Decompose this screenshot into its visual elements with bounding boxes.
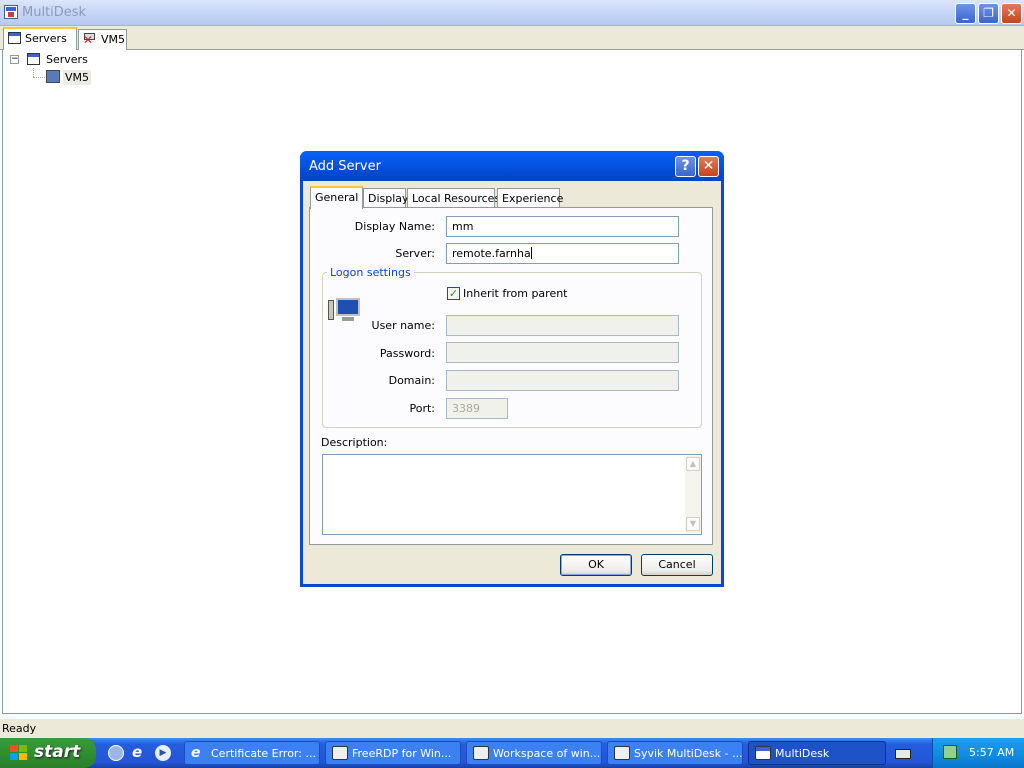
dialog-close-button[interactable]: ✕	[698, 156, 719, 177]
dialog-title: Add Server	[309, 159, 381, 174]
windows-logo-icon	[10, 745, 28, 761]
taskbar-item-label: MultiDesk	[775, 747, 830, 760]
tree-item-vm5[interactable]: VM5	[63, 70, 92, 85]
dialog-title-bar[interactable]: Add Server ? ✕	[300, 151, 724, 181]
taskbar-item-label: Workspace of win...	[493, 747, 601, 760]
tab-label: VM5	[101, 33, 126, 46]
tab-label: Servers	[25, 32, 67, 45]
maximize-button[interactable]: ❐	[978, 3, 999, 24]
start-button[interactable]: start	[0, 738, 96, 768]
help-button[interactable]: ?	[675, 156, 696, 177]
tab-display[interactable]: Display	[363, 188, 409, 208]
multidesk-icon	[755, 746, 771, 760]
password-label: Password:	[379, 347, 435, 360]
system-tray: 5:57 AM	[932, 738, 1024, 768]
text-cursor	[530, 247, 532, 259]
quicklaunch-desktop-icon[interactable]	[108, 745, 124, 761]
taskbar: start e ▶ e Certificate Error: ... FreeR…	[0, 738, 1024, 768]
username-label: User name:	[371, 319, 435, 332]
status-text: Ready	[2, 722, 37, 735]
start-label: start	[34, 742, 81, 762]
port-label: Port:	[409, 402, 435, 415]
taskbar-item-multidesk[interactable]: MultiDesk	[748, 741, 886, 765]
close-button[interactable]: ✕	[1001, 3, 1022, 24]
taskbar-item-label: FreeRDP for Win...	[352, 747, 452, 760]
add-server-dialog: Add Server ? ✕ General Display Local Res…	[300, 151, 724, 587]
domain-label: Domain:	[388, 374, 435, 387]
description-scrollbar[interactable]: ▲ ▼	[685, 456, 701, 533]
ok-button[interactable]: OK	[560, 554, 632, 576]
password-field[interactable]	[446, 342, 679, 363]
cancel-button[interactable]: Cancel	[641, 554, 713, 576]
scroll-down-icon[interactable]: ▼	[686, 517, 700, 531]
tree-expander[interactable]: −	[10, 55, 19, 64]
display-name-label: Display Name:	[354, 220, 435, 233]
app-icon	[332, 746, 348, 760]
disconnected-server-icon: ✕	[83, 33, 95, 47]
session-tab-strip: Servers ✕ VM5	[0, 26, 1024, 51]
description-label: Description:	[321, 436, 388, 449]
quicklaunch-media-icon[interactable]: ▶	[155, 745, 171, 761]
description-field[interactable]: ▲ ▼	[322, 454, 702, 535]
servers-icon	[8, 32, 21, 44]
ie-icon: e	[191, 745, 201, 761]
taskbar-item-workspace[interactable]: Workspace of win...	[466, 741, 602, 765]
taskbar-item-label: Certificate Error: ...	[211, 747, 316, 760]
quicklaunch-ie-icon[interactable]: e	[132, 744, 148, 760]
computer-icon	[46, 70, 60, 83]
window-title: MultiDesk	[22, 5, 87, 20]
app-icon	[614, 746, 630, 760]
server-value: remote.farnha	[452, 247, 531, 260]
inherit-label[interactable]: Inherit from parent	[463, 287, 568, 300]
taskbar-item-freerdp[interactable]: FreeRDP for Win...	[325, 741, 461, 765]
tab-vm5[interactable]: ✕ VM5	[78, 29, 127, 50]
server-label: Server:	[395, 247, 435, 260]
minimize-button[interactable]: _	[955, 3, 976, 24]
servers-icon	[27, 53, 40, 65]
main-title-bar[interactable]: MultiDesk _ ❐ ✕	[0, 0, 1024, 26]
keyboard-icon[interactable]	[895, 749, 911, 759]
tab-local-resources[interactable]: Local Resources	[407, 188, 500, 208]
tree-line	[33, 77, 45, 78]
port-field[interactable]: 3389	[446, 398, 508, 419]
taskbar-item-syvik-multidesk[interactable]: Syvik MultiDesk - ...	[607, 741, 743, 765]
tab-general[interactable]: General	[310, 186, 363, 209]
general-tab-panel: Display Name: mm Server: remote.farnha L…	[309, 207, 713, 545]
tab-experience[interactable]: Experience	[497, 188, 563, 208]
domain-field[interactable]	[446, 370, 679, 391]
app-icon	[473, 746, 489, 760]
network-icon[interactable]	[943, 745, 957, 759]
clock[interactable]: 5:57 AM	[969, 746, 1014, 759]
scroll-up-icon[interactable]: ▲	[686, 457, 700, 471]
tree-line	[33, 68, 34, 77]
tab-servers[interactable]: Servers	[3, 27, 77, 51]
taskbar-item-certificate-error[interactable]: e Certificate Error: ...	[184, 741, 320, 765]
inherit-checkbox[interactable]: ✓	[447, 287, 460, 300]
tree-root-servers[interactable]: Servers	[46, 53, 88, 66]
logon-settings-label: Logon settings	[327, 266, 414, 279]
status-bar: Ready	[0, 718, 1024, 738]
taskbar-item-label: Syvik MultiDesk - ...	[634, 747, 743, 760]
server-field[interactable]: remote.farnha	[446, 243, 679, 264]
display-name-field[interactable]: mm	[446, 216, 679, 237]
app-icon	[4, 5, 18, 19]
username-field[interactable]	[446, 315, 679, 336]
